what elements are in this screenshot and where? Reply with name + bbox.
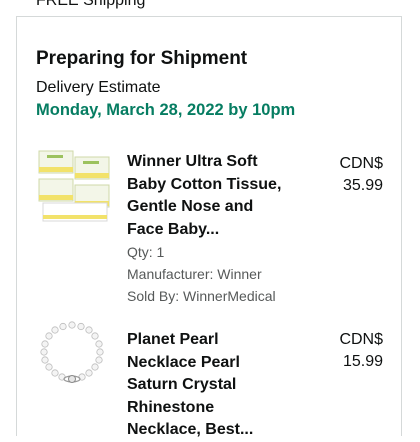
item-manufacturer: Manufacturer: Winner — [127, 266, 262, 282]
price-currency: CDN$ — [339, 155, 383, 172]
item-qty: Qty: 1 — [127, 244, 165, 260]
item-title[interactable]: Winner Ultra Soft Baby Cotton Tissue, Ge… — [127, 151, 307, 241]
shipment-status-title: Preparing for Shipment — [36, 48, 248, 69]
item-title-line[interactable]: Planet Pearl — [127, 329, 307, 352]
item-details: Planet Pearl Necklace Pearl Saturn Cryst… — [127, 329, 307, 442]
item-title-line[interactable]: Rhinestone — [127, 397, 307, 420]
tissue-boxes-icon[interactable] — [37, 149, 113, 225]
item-title-line[interactable]: Winner Ultra Soft — [127, 151, 307, 174]
item-price: CDN$ 15.99 — [339, 329, 383, 373]
price-amount: 35.99 — [342, 177, 383, 194]
item-details: Winner Ultra Soft Baby Cotton Tissue, Ge… — [127, 151, 307, 307]
item-price: CDN$ 35.99 — [339, 153, 383, 197]
delivery-estimate-date: Monday, March 28, 2022 by 10pm — [36, 101, 296, 119]
delivery-estimate-label: Delivery Estimate — [36, 79, 161, 96]
item-title-line[interactable]: Gentle Nose and — [127, 196, 307, 219]
shipment-card: Preparing for Shipment Delivery Estimate… — [16, 16, 402, 438]
item-sold-by: Sold By: WinnerMedical — [127, 288, 276, 304]
price-amount: 15.99 — [342, 353, 383, 370]
pearl-necklace-icon[interactable] — [39, 319, 115, 395]
free-shipping-text: FREE Shipping — [36, 0, 146, 9]
item-title-line[interactable]: Necklace Pearl — [127, 352, 307, 375]
item-title[interactable]: Planet Pearl Necklace Pearl Saturn Cryst… — [127, 329, 307, 442]
item-title-line[interactable]: Baby Cotton Tissue, — [127, 174, 307, 197]
item-title-line[interactable]: Necklace, Best... — [127, 419, 307, 442]
price-currency: CDN$ — [339, 331, 383, 348]
item-title-line[interactable]: Face Baby... — [127, 219, 307, 242]
item-title-line[interactable]: Saturn Crystal — [127, 374, 307, 397]
